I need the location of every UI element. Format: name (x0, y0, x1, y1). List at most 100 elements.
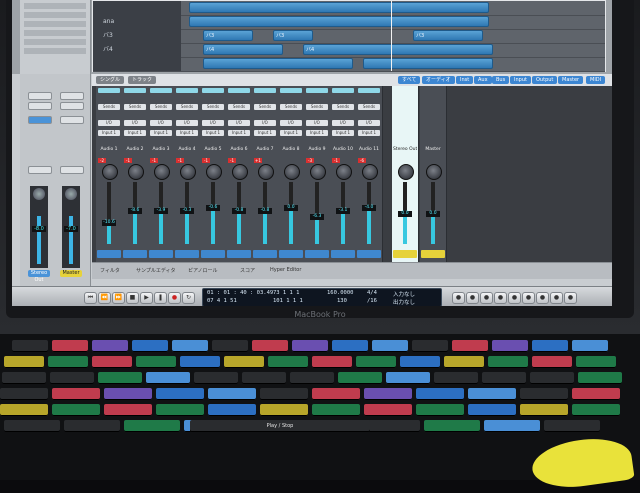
strip-slot-input[interactable]: Input 1 (150, 130, 172, 136)
keyboard-key[interactable] (252, 340, 288, 352)
strip-slot-io[interactable]: I/O (176, 120, 198, 126)
record-button[interactable]: ● (168, 292, 181, 304)
track-row[interactable]: ana (93, 15, 605, 30)
keyboard-key[interactable] (224, 356, 264, 368)
keyboard-key[interactable] (172, 340, 208, 352)
channel-strip[interactable]: Sends I/O Input 1 Audio 5 -1 -0.6 (200, 86, 227, 262)
strip-slot-sends[interactable]: Sends (176, 104, 198, 110)
mixer-tab[interactable]: Inst (456, 76, 474, 84)
transport-option-button[interactable]: ● (480, 292, 493, 304)
mixer-tab[interactable]: Bus (492, 76, 510, 84)
channel-strip[interactable]: Sends I/O Input 1 Audio 3 -1 -3.9 (148, 86, 175, 262)
audio-region[interactable] (363, 58, 493, 69)
peak-indicator[interactable]: -1 (228, 158, 236, 163)
mixer-tab[interactable]: オーディオ (422, 76, 455, 84)
pause-button[interactable]: ❚ (154, 292, 167, 304)
keyboard-key[interactable] (444, 356, 484, 368)
setting-button[interactable] (332, 88, 354, 93)
keyboard-key[interactable] (156, 388, 204, 400)
keyboard-key[interactable] (132, 340, 168, 352)
transport-option-button[interactable]: ● (494, 292, 507, 304)
strip-slot-input[interactable]: Input 1 (176, 130, 198, 136)
pan-knob[interactable] (128, 164, 144, 180)
keyboard-key[interactable] (452, 340, 488, 352)
pan-knob[interactable] (154, 164, 170, 180)
keyboard-key[interactable] (260, 404, 308, 416)
keyboard-key[interactable] (292, 340, 328, 352)
strip-slot-input[interactable]: Input 1 (358, 130, 380, 136)
setting-button[interactable] (124, 88, 146, 93)
strip-slot-io[interactable]: I/O (306, 120, 328, 126)
keyboard-key[interactable] (416, 388, 464, 400)
editor-tab[interactable]: Hyper Editor (270, 267, 301, 273)
keyboard-key[interactable] (4, 420, 60, 432)
peak-indicator[interactable]: -3 (306, 158, 314, 163)
channel-strip[interactable]: Sends I/O Input 1 Audio 1 -2 -10.6 (96, 86, 123, 262)
mixer-tab[interactable]: Input (510, 76, 531, 84)
track-row[interactable] (93, 1, 605, 16)
peak-indicator[interactable]: -6 (358, 158, 366, 163)
keyboard-key[interactable] (268, 356, 308, 368)
inspector-button[interactable] (28, 166, 52, 174)
setting-button[interactable] (176, 88, 198, 93)
keyboard-key[interactable] (4, 356, 44, 368)
channel-footer-label[interactable] (305, 250, 329, 258)
strip-slot-sends[interactable]: Sends (98, 104, 120, 110)
channel-strip[interactable]: Sends I/O Input 1 Audio 2 -1 -8.6 (122, 86, 149, 262)
keyboard-key[interactable] (520, 388, 568, 400)
channel-footer-label[interactable] (393, 250, 417, 258)
peak-indicator[interactable]: -1 (176, 158, 184, 163)
keyboard-key[interactable] (290, 372, 334, 384)
keyboard-key[interactable] (208, 404, 256, 416)
strip-slot-sends[interactable]: Sends (358, 104, 380, 110)
strip-slot-input[interactable]: Input 1 (202, 130, 224, 136)
keyboard-key[interactable] (434, 372, 478, 384)
peak-indicator[interactable]: -1 (150, 158, 158, 163)
strip-slot-sends[interactable]: Sends (202, 104, 224, 110)
keyboard-key[interactable] (64, 420, 120, 432)
keyboard-key[interactable] (104, 404, 152, 416)
keyboard-key[interactable] (260, 388, 308, 400)
keyboard-key[interactable] (364, 388, 412, 400)
inspector-button[interactable] (28, 116, 52, 124)
keyboard-key[interactable] (572, 388, 620, 400)
pan-knob[interactable] (426, 164, 442, 180)
inspector-fader-right[interactable]: -7.0 (62, 186, 80, 268)
keyboard-key[interactable] (52, 340, 88, 352)
strip-slot-io[interactable]: I/O (124, 120, 146, 126)
channel-strip[interactable]: Master 0.0 (420, 86, 447, 262)
mixer-tab[interactable]: トラック (128, 76, 157, 84)
setting-button[interactable] (150, 88, 172, 93)
track-header[interactable]: バ4 (93, 43, 181, 57)
setting-button[interactable] (202, 88, 224, 93)
channel-strip[interactable]: Sends I/O Input 1 Audio 6 -1 -0.8 (226, 86, 253, 262)
track-row[interactable]: バ4 バ4 バ4 (93, 43, 605, 58)
keyboard-key[interactable] (468, 388, 516, 400)
inspector-button[interactable] (60, 102, 84, 110)
channel-footer-label[interactable] (123, 250, 147, 258)
pan-knob[interactable] (398, 164, 414, 180)
pan-knob[interactable] (336, 164, 352, 180)
track-header[interactable] (93, 1, 181, 15)
keyboard-key[interactable] (468, 404, 516, 416)
audio-region[interactable]: バ3 (273, 30, 313, 41)
mixer-tab[interactable]: すべて (398, 76, 421, 84)
keyboard-key[interactable] (372, 340, 408, 352)
channel-footer-label[interactable] (331, 250, 355, 258)
strip-slot-input[interactable]: Input 1 (280, 130, 302, 136)
transport-option-button[interactable]: ● (466, 292, 479, 304)
editor-tab[interactable]: フィルタ (100, 267, 120, 274)
inspector-row[interactable] (24, 30, 86, 36)
strip-slot-io[interactable]: I/O (254, 120, 276, 126)
keyboard-key[interactable] (484, 420, 540, 432)
inspector-button[interactable] (60, 166, 84, 174)
keyboard-key[interactable] (50, 372, 94, 384)
pan-knob[interactable] (206, 164, 222, 180)
channel-footer-label[interactable] (227, 250, 251, 258)
keyboard-key[interactable] (572, 340, 608, 352)
transport-display[interactable]: 01 : 01 : 40 : 03.49 07 4 1 51 73 1 1 1 … (202, 288, 442, 306)
strip-slot-io[interactable]: I/O (98, 120, 120, 126)
keyboard-key[interactable] (98, 372, 142, 384)
audio-region[interactable]: バ3 (203, 30, 253, 41)
inspector-row[interactable] (24, 3, 86, 9)
